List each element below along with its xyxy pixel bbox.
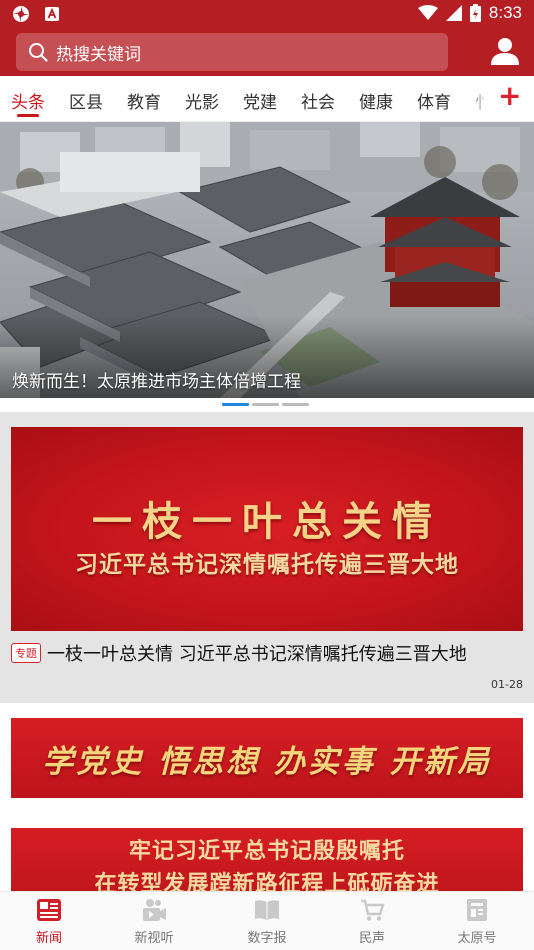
instruction-banner[interactable]: 牢记习近平总书记殷殷嘱托 在转型发展蹚新路征程上砥砺奋进 <box>11 828 523 892</box>
banner-subline: 习近平总书记深情嘱托传遍三晋大地 <box>75 551 459 578</box>
status-bar: 8:33 <box>0 0 534 28</box>
cart-icon <box>361 899 385 921</box>
special-banner-image[interactable]: 一枝一叶总关情 习近平总书记深情嘱托传遍三晋大地 <box>11 427 523 631</box>
carousel-dot[interactable] <box>252 403 279 406</box>
nav-label: 数字报 <box>247 931 287 946</box>
nav-label: 新闻 <box>35 931 62 946</box>
search-input[interactable]: 热搜关键词 <box>16 33 448 71</box>
a-badge-icon <box>45 7 59 21</box>
tab-sports[interactable]: 体育 <box>417 88 451 113</box>
tab-party[interactable]: 党建 <box>243 88 277 113</box>
carousel-dots <box>222 403 309 406</box>
feed-card-date: 01-28 <box>491 678 523 691</box>
hero-carousel[interactable]: 焕新而生！太原推进市场主体倍增工程 <box>0 122 534 398</box>
signal-icon <box>445 5 462 21</box>
nav-news[interactable]: 新闻 <box>9 898 89 946</box>
nav-taiyuan-account[interactable]: 太原号 <box>437 898 517 946</box>
nav-label: 新视听 <box>134 931 174 946</box>
nav-label: 太原号 <box>457 931 497 946</box>
add-channel-button[interactable]: + <box>498 82 521 110</box>
battery-icon <box>469 4 481 22</box>
nav-digital-paper[interactable]: 数字报 <box>227 898 307 946</box>
bottom-navigation: 新闻 新视听 数字报 民声 太原号 <box>0 891 534 950</box>
hero-image <box>0 122 534 398</box>
banner-text: 学党史 悟思想 办实事 开新局 <box>42 744 492 780</box>
party-history-banner[interactable]: 学党史 悟思想 办实事 开新局 <box>11 718 523 798</box>
app-notification-icon <box>13 6 29 22</box>
special-tag-badge: 专题 <box>11 643 41 663</box>
carousel-dot[interactable] <box>222 403 249 406</box>
hero-caption: 焕新而生！太原推进市场主体倍增工程 <box>12 372 301 392</box>
video-icon <box>143 899 166 921</box>
user-icon[interactable] <box>490 36 520 66</box>
active-tab-indicator <box>17 114 39 117</box>
carousel-dot[interactable] <box>282 403 309 406</box>
app-screen: 8:33 热搜关键词 头条 区县 教育 光影 党建 社会 健康 体育 忄 + <box>0 0 534 950</box>
tab-fade <box>468 76 496 120</box>
channel-tabs: 头条 区县 教育 光影 党建 社会 健康 体育 忄 + <box>0 76 534 122</box>
book-icon <box>255 900 279 920</box>
news-icon <box>37 899 61 921</box>
status-time: 8:33 <box>488 3 522 22</box>
wifi-icon <box>417 5 438 20</box>
banner-headline: 牢记习近平总书记殷殷嘱托 <box>128 838 405 864</box>
tab-education[interactable]: 教育 <box>127 88 161 113</box>
banner-headline: 一枝一叶总关情 <box>92 498 442 545</box>
feed-card-title[interactable]: 一枝一叶总关情 习近平总书记深情嘱托传遍三晋大地 <box>47 640 467 666</box>
search-icon <box>29 43 48 62</box>
app-header: 热搜关键词 <box>0 28 534 76</box>
tab-photo[interactable]: 光影 <box>185 88 219 113</box>
tab-districts[interactable]: 区县 <box>69 88 103 113</box>
nav-video[interactable]: 新视听 <box>114 898 194 946</box>
nav-label: 民声 <box>358 931 385 946</box>
nav-public-voice[interactable]: 民声 <box>332 898 412 946</box>
account-icon <box>467 899 487 921</box>
tab-headlines[interactable]: 头条 <box>11 88 45 113</box>
tab-society[interactable]: 社会 <box>301 88 335 113</box>
tab-health[interactable]: 健康 <box>359 88 393 113</box>
search-placeholder: 热搜关键词 <box>56 44 141 65</box>
banner-subline: 在转型发展蹚新路征程上砥砺奋进 <box>94 871 440 892</box>
